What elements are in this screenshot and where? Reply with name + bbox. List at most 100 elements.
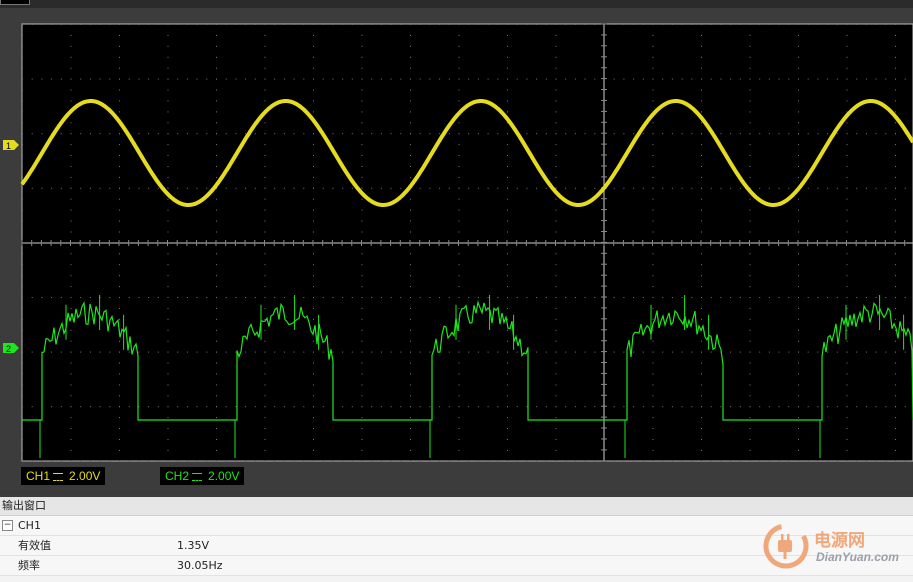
grid-dot <box>565 187 567 189</box>
grid-dot <box>458 307 460 309</box>
grid-dot <box>846 395 848 397</box>
grid-dot <box>361 275 363 277</box>
grid-dot <box>119 307 120 309</box>
grid-dot <box>22 384 23 386</box>
grid-dot <box>594 297 596 298</box>
grid-dot <box>245 187 247 189</box>
grid-dot <box>303 133 305 135</box>
grid-dot <box>22 144 23 146</box>
grid-dot <box>768 406 770 408</box>
grid-dot <box>555 187 557 189</box>
grid-dot <box>361 209 363 211</box>
grid-dot <box>22 78 23 80</box>
grid-dot <box>70 198 72 200</box>
grid-dot <box>875 78 877 80</box>
watermark-logo: 电源网 DianYuan.com <box>760 522 910 572</box>
grid-dot <box>652 329 654 331</box>
grid-dot <box>701 198 702 200</box>
grid-dot <box>119 155 120 156</box>
grid-dot <box>264 307 266 309</box>
watermark-brand: 电源网 <box>814 531 865 551</box>
grid-dot <box>410 318 411 320</box>
grid-dot <box>895 395 896 397</box>
grid-dot <box>254 78 256 80</box>
grid-dot <box>458 166 460 167</box>
grid-dot <box>749 340 751 342</box>
grid-dot <box>497 24 499 25</box>
grid-dot <box>264 297 266 298</box>
grid-dot <box>798 155 799 156</box>
grid-dot <box>371 24 373 25</box>
ch1-scale-box[interactable]: CH1 2.00V <box>21 467 106 485</box>
grid-dot <box>22 187 23 189</box>
grid-dot <box>216 100 217 102</box>
grid-dot <box>458 122 460 124</box>
grid-dot <box>477 133 479 135</box>
ch1-label: CH1 <box>26 469 51 483</box>
grid-dot <box>846 231 848 233</box>
grid-dot <box>778 351 780 353</box>
grid-dot <box>410 406 411 408</box>
grid-dot <box>148 78 150 80</box>
grid-dot <box>623 24 625 25</box>
grid-dot <box>623 297 625 298</box>
grid-dot <box>138 297 140 298</box>
grid-dot <box>798 34 799 36</box>
ch2-marker[interactable]: 2 <box>3 343 19 354</box>
ch1-marker[interactable]: 1 <box>3 140 19 151</box>
grid-dot <box>216 307 217 309</box>
grid-dot <box>477 297 479 298</box>
grid-dot <box>390 24 392 25</box>
grid-dot <box>264 100 266 102</box>
grid-dot <box>109 187 111 189</box>
grid-dot <box>216 329 217 331</box>
grid-dot <box>885 187 887 189</box>
grid-dot <box>613 24 615 25</box>
grid-dot <box>895 100 896 102</box>
grid-dot <box>875 351 877 353</box>
grid-dot <box>351 78 353 80</box>
grid-dot <box>701 24 702 25</box>
grid-dot <box>507 187 508 189</box>
grid-dot <box>70 166 72 167</box>
grid-dot <box>410 144 411 146</box>
grid-dot <box>70 439 72 440</box>
grid-dot <box>545 406 547 408</box>
grid-dot <box>458 231 460 233</box>
grid-dot <box>730 133 732 135</box>
grid-dot <box>798 100 799 102</box>
grid-dot <box>895 340 896 342</box>
grid-dot <box>216 122 217 124</box>
grid-dot <box>410 133 411 135</box>
grid-dot <box>361 340 363 342</box>
grid-dot <box>439 297 441 298</box>
grid-dot <box>216 67 217 69</box>
grid-dot <box>167 351 169 353</box>
grid-dot <box>468 406 470 408</box>
grid-dot <box>507 384 508 386</box>
grid-dot <box>565 24 567 25</box>
grid-dot <box>119 133 120 135</box>
grid-dot <box>895 307 896 309</box>
grid-dot <box>671 297 673 298</box>
grid-dot <box>313 253 314 255</box>
collapse-icon[interactable]: − <box>2 520 13 531</box>
grid-dot <box>361 56 363 58</box>
grid-dot <box>351 133 353 135</box>
grid-dot <box>31 351 33 353</box>
grid-dot <box>623 351 625 353</box>
grid-dot <box>642 297 644 298</box>
grid-dot <box>662 297 664 298</box>
grid-dot <box>313 449 314 451</box>
grid-dot <box>865 351 867 353</box>
grid-dot <box>342 24 344 25</box>
grid-dot <box>633 187 635 189</box>
grid-dot <box>216 56 217 58</box>
grid-dot <box>662 24 664 25</box>
grid-dot <box>875 297 877 298</box>
grid-dot <box>448 351 450 353</box>
grid-dot <box>31 78 33 80</box>
grid-dot <box>545 133 547 135</box>
ch2-scale-box[interactable]: CH2 2.00V <box>160 467 245 485</box>
grid-dot <box>313 362 314 364</box>
